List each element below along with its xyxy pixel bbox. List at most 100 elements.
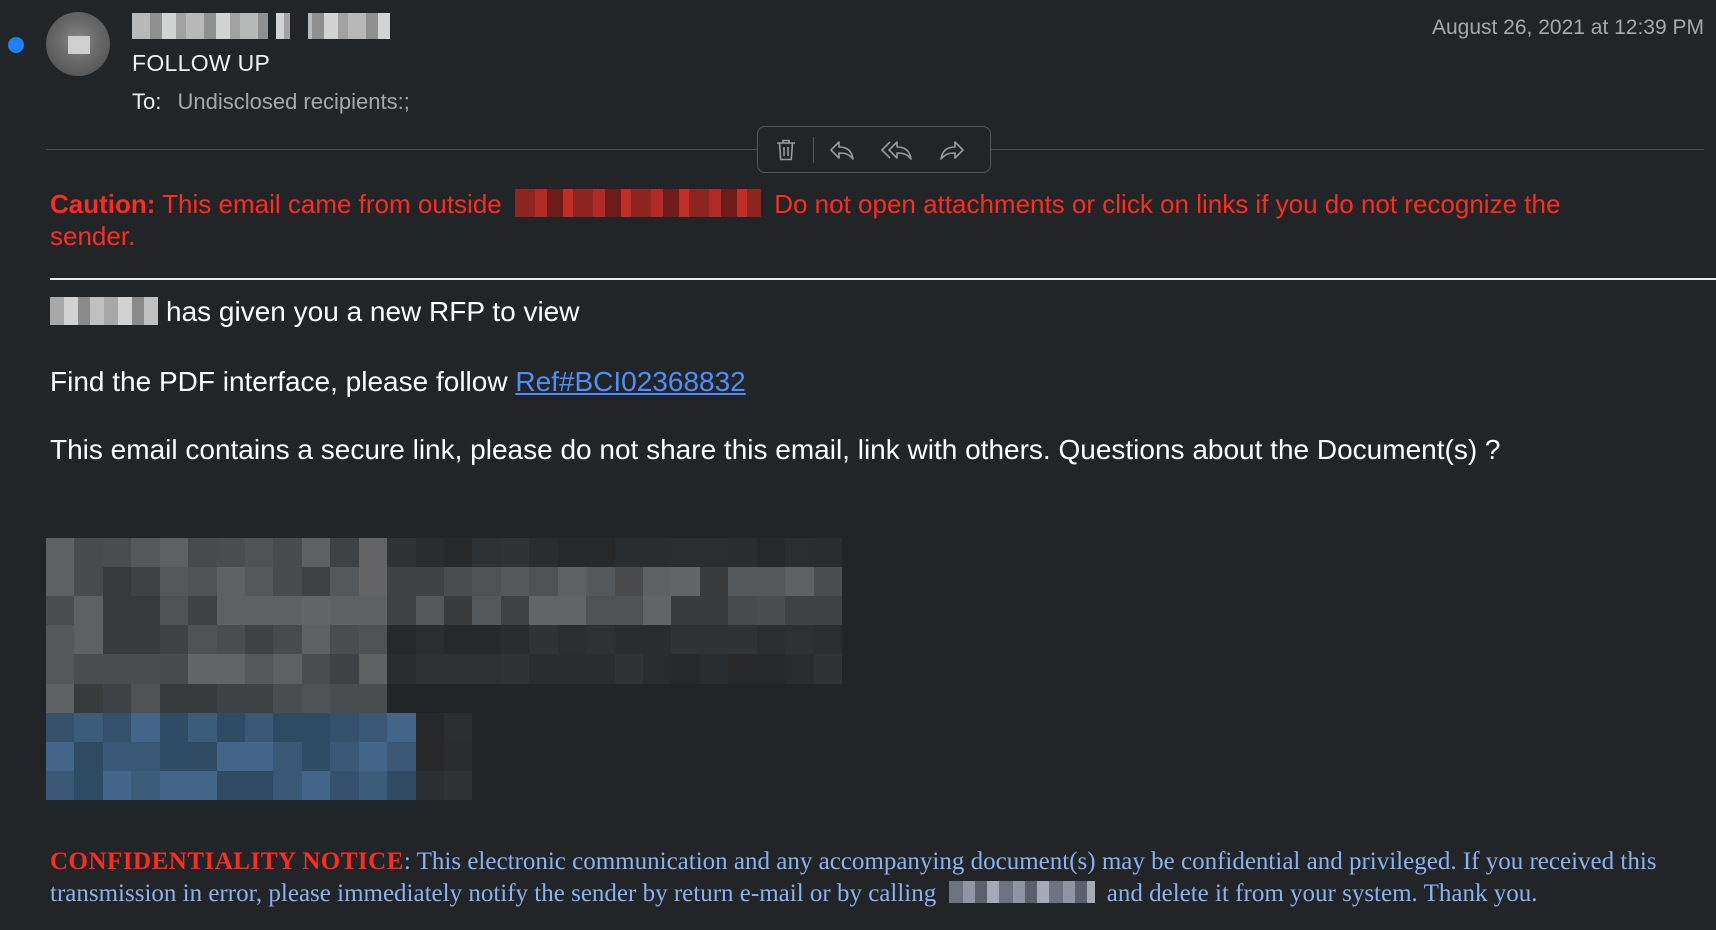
redacted-pixel bbox=[46, 770, 75, 800]
redacted-pixel bbox=[273, 712, 302, 742]
redacted-pixel bbox=[728, 654, 757, 684]
redacted-pixel bbox=[813, 596, 842, 626]
redacted-pixel bbox=[387, 741, 416, 771]
redacted-pixel bbox=[785, 567, 814, 597]
rfp-notice: has given you a new RFP to view bbox=[50, 296, 579, 328]
redacted-pixel bbox=[643, 625, 672, 655]
rfp-text: has given you a new RFP to view bbox=[166, 296, 580, 327]
redacted-pixel bbox=[102, 567, 132, 597]
redacted-pixel bbox=[785, 625, 814, 655]
redacted-pixel bbox=[756, 770, 786, 800]
redacted-pixel bbox=[216, 712, 245, 742]
reply-all-button[interactable] bbox=[869, 130, 924, 170]
redacted-pixel bbox=[699, 741, 729, 771]
redacted-pixel bbox=[102, 683, 132, 713]
redacted-pixel bbox=[472, 625, 501, 655]
redacted-pixel bbox=[188, 654, 217, 684]
redacted-sender-name bbox=[50, 296, 158, 325]
redacted-pixel bbox=[358, 712, 388, 742]
redacted-pixel bbox=[74, 712, 103, 742]
redacted-pixel bbox=[245, 770, 274, 800]
redacted-pixel bbox=[614, 625, 643, 655]
redacted-pixel bbox=[245, 538, 274, 568]
trash-button[interactable] bbox=[758, 130, 813, 170]
notice-text-after: and delete it from your system. Thank yo… bbox=[1100, 880, 1538, 907]
redacted-pixel bbox=[699, 654, 729, 684]
redacted-pixel bbox=[614, 567, 643, 597]
redacted-pixel bbox=[216, 770, 245, 800]
redacted-pixel bbox=[614, 712, 643, 742]
trash-icon bbox=[776, 139, 795, 160]
forward-button[interactable] bbox=[924, 130, 979, 170]
redacted-pixel bbox=[500, 625, 530, 655]
redacted-pixel bbox=[131, 712, 160, 742]
redacted-pixel bbox=[699, 712, 729, 742]
redacted-pixel bbox=[643, 712, 672, 742]
redacted-pixel bbox=[813, 683, 842, 713]
redacted-pixel bbox=[387, 625, 416, 655]
redacted-pixel bbox=[529, 712, 558, 742]
redacted-pixel bbox=[472, 741, 501, 771]
redacted-pixel bbox=[387, 538, 416, 568]
redacted-pixel bbox=[330, 596, 359, 626]
redacted-pixel bbox=[643, 567, 672, 597]
redacted-pixel bbox=[415, 596, 444, 626]
redacted-pixel bbox=[643, 741, 672, 771]
redacted-pixel bbox=[188, 625, 217, 655]
redacted-pixel bbox=[699, 770, 729, 800]
redacted-pixel bbox=[387, 596, 416, 626]
redacted-pixel bbox=[330, 538, 359, 568]
redacted-pixel bbox=[785, 538, 814, 568]
redacted-pixel bbox=[557, 741, 587, 771]
redacted-pixel bbox=[415, 770, 444, 800]
redacted-pixel bbox=[813, 741, 842, 771]
sender-name-redacted[interactable] bbox=[132, 13, 390, 39]
redacted-pixel bbox=[330, 741, 359, 771]
email-date: August 26, 2021 at 12:39 PM bbox=[1431, 16, 1704, 39]
avatar[interactable] bbox=[46, 12, 110, 76]
redacted-pixel bbox=[216, 654, 245, 684]
redacted-pixel bbox=[813, 625, 842, 655]
redacted-pixel bbox=[756, 712, 786, 742]
reply-all-icon bbox=[880, 140, 912, 160]
redacted-pixel bbox=[301, 683, 331, 713]
to-value[interactable]: Undisclosed recipients:; bbox=[177, 89, 409, 114]
redacted-pixel bbox=[330, 683, 359, 713]
redacted-pixel bbox=[557, 596, 587, 626]
redacted-pixel bbox=[500, 712, 530, 742]
redacted-pixel bbox=[671, 625, 700, 655]
redacted-pixel bbox=[586, 625, 615, 655]
redacted-pixel bbox=[273, 654, 302, 684]
external-email-warning: Caution: This email came from outside Do… bbox=[50, 188, 1650, 252]
redacted-pixel bbox=[614, 683, 643, 713]
redacted-pixel bbox=[728, 596, 757, 626]
redacted-pixel bbox=[643, 596, 672, 626]
reference-link[interactable]: Ref#BCI02368832 bbox=[515, 366, 745, 397]
redacted-pixel bbox=[358, 741, 388, 771]
redacted-pixel bbox=[159, 741, 189, 771]
secure-link-notice: This email contains a secure link, pleas… bbox=[50, 434, 1501, 465]
reply-button[interactable] bbox=[814, 130, 869, 170]
redacted-pixel bbox=[472, 683, 501, 713]
redacted-signature-logo bbox=[46, 538, 842, 800]
redacted-pixel bbox=[46, 567, 75, 597]
redacted-pixel bbox=[671, 712, 700, 742]
redacted-pixel bbox=[102, 625, 132, 655]
redacted-pixel bbox=[301, 596, 331, 626]
redacted-pixel bbox=[699, 596, 729, 626]
redacted-pixel bbox=[472, 538, 501, 568]
redacted-pixel bbox=[472, 712, 501, 742]
redacted-pixel bbox=[358, 654, 388, 684]
redacted-pixel bbox=[358, 770, 388, 800]
redacted-pixel bbox=[273, 625, 302, 655]
redacted-pixel bbox=[444, 741, 473, 771]
redacted-pixel bbox=[330, 770, 359, 800]
redacted-pixel bbox=[671, 567, 700, 597]
unread-indicator bbox=[8, 37, 24, 53]
redacted-pixel bbox=[245, 596, 274, 626]
redacted-pixel bbox=[415, 654, 444, 684]
warning-divider bbox=[50, 278, 1716, 280]
redacted-pixel bbox=[415, 625, 444, 655]
redacted-pixel bbox=[756, 538, 786, 568]
redacted-pixel bbox=[813, 712, 842, 742]
